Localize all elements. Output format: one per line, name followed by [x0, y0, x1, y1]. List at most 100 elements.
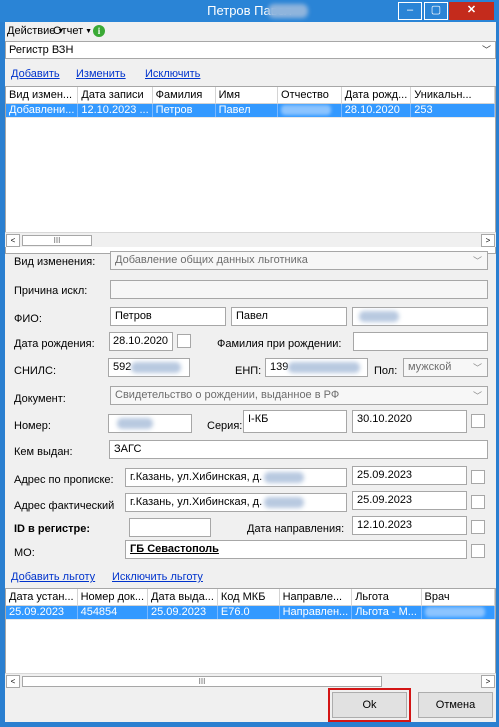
col-header[interactable]: Направле...: [279, 589, 353, 606]
enp-label: ЕНП:: [235, 365, 262, 377]
document-select[interactable]: Свидетельство о рождении, выданное в РФ ﹀: [110, 386, 488, 405]
document-label: Документ:: [14, 393, 66, 405]
calendar-icon[interactable]: [471, 495, 485, 509]
exclude-link[interactable]: Исключить: [145, 68, 200, 80]
exclusion-reason-label: Причина искл:: [14, 285, 88, 297]
birth-surname-label: Фамилия при рождении:: [217, 338, 342, 350]
scroll-thumb[interactable]: III: [22, 235, 92, 246]
registry-id-field[interactable]: [129, 518, 211, 537]
scroll-left-arrow[interactable]: <: [6, 675, 20, 688]
col-header[interactable]: Код МКБ: [217, 589, 280, 606]
cancel-button[interactable]: Отмена: [418, 692, 493, 718]
menu-bar: Действие ▼ Отчет ▼ i: [5, 22, 496, 40]
col-header[interactable]: Дата выда...: [147, 589, 218, 606]
redacted-value: [264, 497, 304, 508]
calendar-icon[interactable]: [471, 470, 485, 484]
col-header[interactable]: Фамилия: [152, 87, 216, 104]
registry-select[interactable]: Регистр ВЗН ﹀: [5, 41, 496, 59]
chevron-down-icon: ﹀: [472, 391, 482, 401]
col-header[interactable]: Уникальн...: [410, 87, 495, 104]
checkbox[interactable]: [471, 544, 485, 558]
birth-surname-field[interactable]: [353, 332, 488, 351]
calendar-icon[interactable]: [177, 334, 191, 348]
table-cell: Павел: [215, 103, 279, 118]
table-row[interactable]: 25.09.2023 454854 25.09.2023 E76.0 Напра…: [6, 605, 495, 620]
change-type-select[interactable]: Добавление общих данных льготника ﹀: [110, 251, 488, 270]
minimize-button[interactable]: –: [398, 2, 422, 20]
col-header[interactable]: Имя: [215, 87, 279, 104]
table-row[interactable]: Добавлени... 12.10.2023 ... Петров Павел…: [6, 103, 495, 118]
col-header[interactable]: Льгота: [351, 589, 422, 606]
enp-field[interactable]: 139: [265, 358, 368, 377]
calendar-icon[interactable]: [471, 520, 485, 534]
scroll-thumb[interactable]: III: [22, 676, 382, 687]
table-cell: [277, 103, 342, 118]
redacted-value: [117, 418, 153, 429]
snils-field[interactable]: 592: [108, 358, 190, 377]
col-header[interactable]: Врач: [421, 589, 495, 606]
patronymic-field[interactable]: [352, 307, 488, 326]
redacted-name: [268, 4, 308, 18]
direction-date-field[interactable]: 12.10.2023: [352, 516, 467, 535]
caret-down-icon: ▼: [85, 28, 93, 35]
last-name-field[interactable]: Петров: [110, 307, 226, 326]
birth-date-field[interactable]: 28.10.2020: [109, 332, 173, 351]
add-link[interactable]: Добавить: [11, 68, 60, 80]
table-cell: Петров: [152, 103, 216, 118]
first-name-field[interactable]: Павел: [231, 307, 347, 326]
fact-address-date-field[interactable]: 25.09.2023: [352, 491, 467, 510]
table-cell: 25.09.2023: [6, 605, 78, 620]
maximize-button[interactable]: ▢: [424, 2, 448, 20]
number-label: Номер:: [14, 420, 51, 432]
calendar-icon[interactable]: [471, 414, 485, 428]
redacted-value: [264, 472, 304, 483]
exclusion-reason-field[interactable]: [110, 280, 488, 299]
table-cell: [421, 605, 495, 620]
issued-by-field[interactable]: ЗАГС: [109, 440, 488, 459]
col-header[interactable]: Дата записи: [77, 87, 153, 104]
exclude-benefit-link[interactable]: Исключить льготу: [112, 571, 203, 583]
series-label: Серия:: [207, 420, 243, 432]
reg-address-field[interactable]: г.Казань, ул.Хибинская, д.: [125, 468, 347, 487]
scroll-left-arrow[interactable]: <: [6, 234, 20, 247]
table-cell: E76.0: [217, 605, 280, 620]
scroll-right-arrow[interactable]: >: [481, 234, 495, 247]
series-field[interactable]: I-КБ: [243, 410, 347, 433]
document-value: Свидетельство о рождении, выданное в РФ: [115, 389, 340, 401]
scroll-right-arrow[interactable]: >: [481, 675, 495, 688]
snils-label: СНИЛС:: [14, 365, 57, 377]
chevron-down-icon: ﹀: [472, 363, 482, 373]
gender-label: Пол:: [374, 365, 398, 377]
mo-field[interactable]: ГБ Севастополь: [125, 540, 467, 559]
table-cell: 253: [410, 103, 495, 118]
info-icon[interactable]: i: [93, 25, 105, 37]
change-type-label: Вид изменения:: [14, 256, 96, 268]
close-button[interactable]: ✕: [449, 2, 494, 20]
menu-report[interactable]: Отчет ▼: [53, 25, 92, 37]
ok-button[interactable]: Ok: [328, 688, 411, 722]
doc-date-field[interactable]: 30.10.2020: [352, 410, 467, 433]
registry-select-value: Регистр ВЗН: [9, 44, 74, 56]
number-field[interactable]: [108, 414, 192, 433]
col-header[interactable]: Дата устан...: [6, 589, 78, 606]
add-benefit-link[interactable]: Добавить льготу: [11, 571, 95, 583]
registry-id-label: ID в регистре:: [14, 523, 91, 535]
gender-select[interactable]: мужской ﹀: [403, 358, 488, 377]
redacted-value: [281, 105, 332, 116]
mo-label: МО:: [14, 547, 35, 559]
title-bar: Петров Павел – ▢ ✕: [0, 0, 499, 22]
reg-address-label: Адрес по прописке:: [14, 474, 114, 486]
col-header[interactable]: Номер док...: [77, 589, 149, 606]
col-header[interactable]: Дата рожд...: [341, 87, 412, 104]
col-header[interactable]: Отчество: [277, 87, 342, 104]
col-header[interactable]: Вид измен...: [6, 87, 79, 104]
changes-grid: Вид измен... Дата записи Фамилия Имя Отч…: [5, 86, 496, 254]
table-cell: Добавлени...: [6, 103, 79, 118]
edit-link[interactable]: Изменить: [76, 68, 126, 80]
redacted-value: [131, 362, 181, 373]
reg-address-date-field[interactable]: 25.09.2023: [352, 466, 467, 485]
fact-address-field[interactable]: г.Казань, ул.Хибинская, д.: [125, 493, 347, 512]
changes-hscrollbar[interactable]: < III >: [5, 232, 496, 247]
benefits-hscrollbar[interactable]: < III >: [5, 673, 496, 688]
table-cell: Направлен...: [279, 605, 353, 620]
